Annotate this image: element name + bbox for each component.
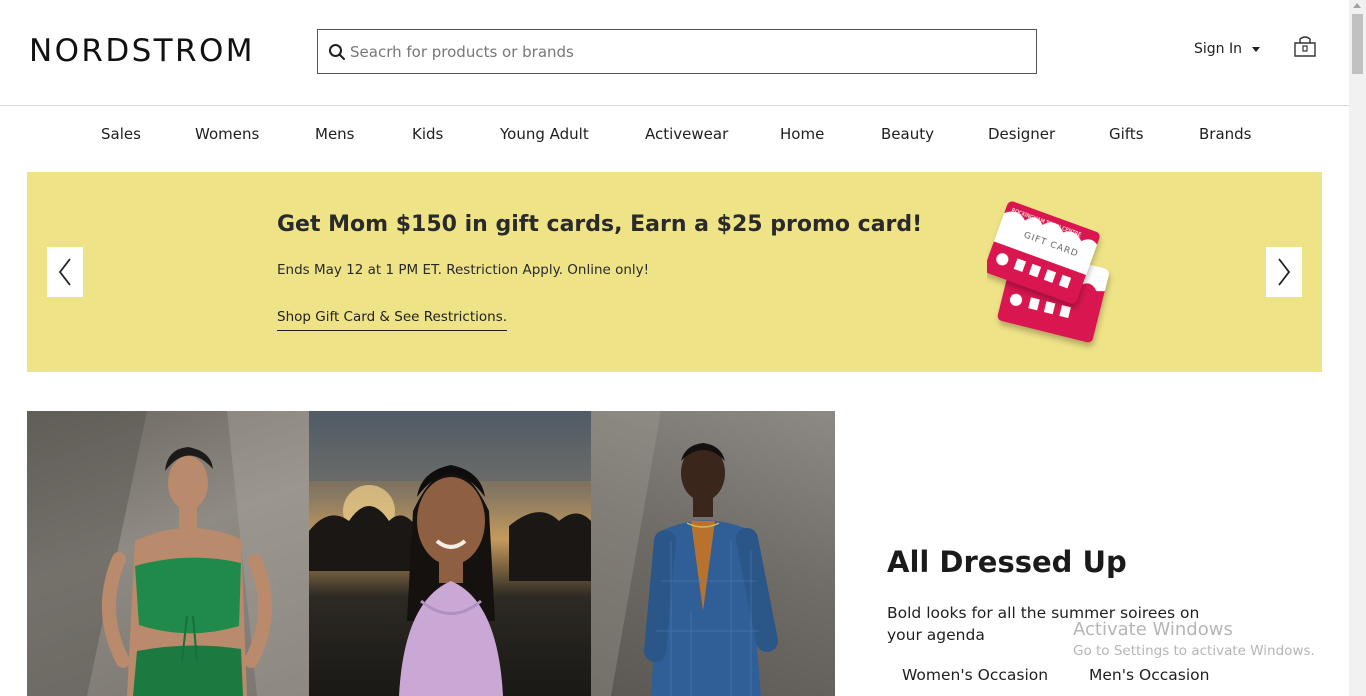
caret-down-icon — [1252, 46, 1260, 52]
hero-image[interactable] — [27, 411, 835, 696]
carousel-prev-button[interactable] — [47, 247, 83, 297]
hero-panel-woman-lilac — [309, 411, 591, 696]
promo-banner: Get Mom $150 in gift cards, Earn a $25 p… — [27, 172, 1322, 372]
nav-item-kids[interactable]: Kids — [412, 125, 443, 143]
banner-title: Get Mom $150 in gift cards, Earn a $25 p… — [277, 212, 923, 237]
carousel-next-button[interactable] — [1266, 247, 1302, 297]
shopping-bag-icon[interactable] — [1292, 34, 1318, 60]
gift-cards-image[interactable]: ROCKINGHAM TOWN CENTRE GIFT CARD — [984, 194, 1127, 354]
sign-in-label: Sign In — [1194, 41, 1242, 57]
sign-in-button[interactable]: Sign In — [1194, 41, 1260, 57]
hero-panel-woman-green — [27, 411, 309, 696]
activate-windows-subtitle: Go to Settings to activate Windows. — [1073, 643, 1315, 659]
search-input[interactable] — [350, 31, 1020, 72]
page-scrollbar[interactable] — [1349, 0, 1366, 696]
scroll-thumb[interactable] — [1352, 14, 1363, 74]
scroll-up-arrow[interactable] — [1353, 3, 1361, 8]
site-header: NORDSTROM Sign In — [0, 0, 1349, 106]
nav-item-womens[interactable]: Womens — [195, 125, 259, 143]
chevron-left-icon — [58, 258, 71, 286]
chevron-right-icon — [1278, 258, 1291, 286]
banner-subtitle: Ends May 12 at 1 PM ET. Restriction Appl… — [277, 262, 650, 278]
nav-item-home[interactable]: Home — [780, 125, 824, 143]
nav-item-sales[interactable]: Sales — [101, 125, 141, 143]
nav-item-activewear[interactable]: Activewear — [645, 125, 728, 143]
nav-item-gifts[interactable]: Gifts — [1109, 125, 1144, 143]
activate-windows-title: Activate Windows — [1073, 619, 1233, 640]
nav-item-mens[interactable]: Mens — [315, 125, 355, 143]
nav-item-designer[interactable]: Designer — [988, 125, 1055, 143]
feature-block: All Dressed Up — [887, 545, 1287, 579]
nordstrom-logo[interactable]: NORDSTROM — [29, 33, 255, 69]
nav-item-brands[interactable]: Brands — [1199, 125, 1252, 143]
search-icon[interactable] — [318, 30, 350, 73]
nav-item-young-adult[interactable]: Young Adult — [500, 125, 589, 143]
feature-title: All Dressed Up — [887, 545, 1127, 579]
mens-occasion-link[interactable]: Men's Occasion — [1089, 666, 1209, 684]
search-bar[interactable] — [317, 29, 1037, 74]
main-nav: Sales Womens Mens Kids Young Adult Activ… — [0, 106, 1349, 164]
nav-item-beauty[interactable]: Beauty — [881, 125, 934, 143]
shop-gift-card-link[interactable]: Shop Gift Card & See Restrictions. — [277, 309, 508, 331]
womens-occasion-link[interactable]: Women's Occasion — [902, 666, 1048, 684]
hero-panel-man-blazer — [591, 411, 835, 696]
